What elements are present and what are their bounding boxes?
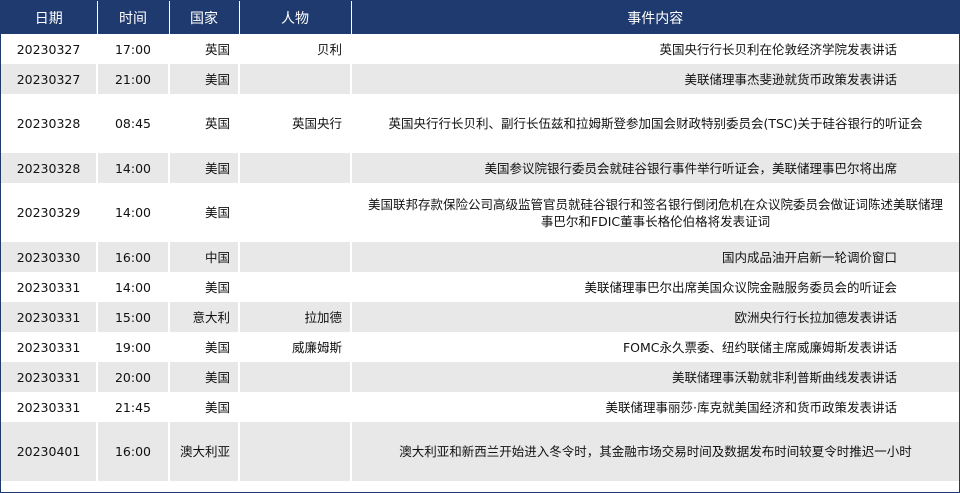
cell-event: 美联储理事丽莎·库克就美国经济和货币政策发表讲话 — [351, 392, 959, 422]
cell-person: 贝利 — [239, 34, 352, 64]
table-row: 20230330 16:00 中国 国内成品油开启新一轮调价窗口 — [1, 242, 959, 272]
cell-event: 美联储理事沃勒就非利普斯曲线发表讲话 — [351, 362, 959, 392]
cell-event: 国内成品油开启新一轮调价窗口 — [351, 242, 959, 272]
cell-person: 英国央行 — [239, 94, 352, 153]
cell-person: 拉加德 — [239, 302, 352, 332]
cell-country: 美国 — [169, 153, 240, 183]
table-header-row: 日期 时间 国家 人物 事件内容 — [1, 1, 959, 34]
table-row: 20230327 21:00 美国 美联储理事杰斐逊就货币政策发表讲话 — [1, 64, 959, 94]
cell-country: 美国 — [169, 392, 240, 422]
cell-time: 16:00 — [97, 422, 170, 481]
cell-person: 威廉姆斯 — [239, 332, 352, 362]
cell-person — [239, 272, 352, 302]
cell-event: 美联储理事巴尔出席美国众议院金融服务委员会的听证会 — [351, 272, 959, 302]
cell-person — [239, 422, 352, 481]
cell-date: 20230328 — [1, 153, 98, 183]
table-row: 20230401 16:00 澳大利亚 澳大利亚和新西兰开始进入冬令时，其金融市… — [1, 422, 959, 481]
cell-country: 美国 — [169, 332, 240, 362]
cell-date: 20230331 — [1, 332, 98, 362]
table-row: 20230331 14:00 美国 美联储理事巴尔出席美国众议院金融服务委员会的… — [1, 272, 959, 302]
cell-time: 17:00 — [97, 34, 170, 64]
cell-event: FOMC永久票委、纽约联储主席威廉姆斯发表讲话 — [351, 332, 959, 362]
table-row: 20230331 20:00 美国 美联储理事沃勒就非利普斯曲线发表讲话 — [1, 362, 959, 392]
cell-date: 20230327 — [1, 34, 98, 64]
table-row: 20230328 14:00 美国 美国参议院银行委员会就硅谷银行事件举行听证会… — [1, 153, 959, 183]
cell-country: 英国 — [169, 94, 240, 153]
cell-time: 14:00 — [97, 183, 170, 242]
cell-time: 15:00 — [97, 302, 170, 332]
event-calendar-frame: 日期 时间 国家 人物 事件内容 20230327 17:00 英国 贝利 英国… — [0, 0, 960, 493]
cell-event: 澳大利亚和新西兰开始进入冬令时，其金融市场交易时间及数据发布时间较夏令时推迟一小… — [351, 422, 959, 481]
table-row: 20230331 15:00 意大利 拉加德 欧洲央行行长拉加德发表讲话 — [1, 302, 959, 332]
cell-time: 08:45 — [97, 94, 170, 153]
cell-date: 20230331 — [1, 362, 98, 392]
cell-date: 20230329 — [1, 183, 98, 242]
cell-date: 20230330 — [1, 242, 98, 272]
table-row: 20230329 14:00 美国 美国联邦存款保险公司高级监管官员就硅谷银行和… — [1, 183, 959, 242]
cell-person — [239, 153, 352, 183]
cell-country: 美国 — [169, 64, 240, 94]
cell-country: 美国 — [169, 272, 240, 302]
cell-country: 中国 — [169, 242, 240, 272]
cell-event: 英国央行行长贝利在伦敦经济学院发表讲话 — [351, 34, 959, 64]
cell-event: 英国央行行长贝利、副行长伍兹和拉姆斯登参加国会财政特别委员会(TSC)关于硅谷银… — [351, 94, 959, 153]
cell-event: 美联储理事杰斐逊就货币政策发表讲话 — [351, 64, 959, 94]
cell-time: 14:00 — [97, 272, 170, 302]
cell-event: 美国参议院银行委员会就硅谷银行事件举行听证会，美联储理事巴尔将出席 — [351, 153, 959, 183]
cell-time: 20:00 — [97, 362, 170, 392]
cell-person — [239, 183, 352, 242]
cell-time: 21:00 — [97, 64, 170, 94]
cell-person — [239, 242, 352, 272]
header-time: 时间 — [97, 1, 170, 34]
cell-event: 欧洲央行行长拉加德发表讲话 — [351, 302, 959, 332]
header-person: 人物 — [239, 1, 352, 34]
header-event: 事件内容 — [351, 1, 959, 34]
cell-date: 20230328 — [1, 94, 98, 153]
cell-country: 意大利 — [169, 302, 240, 332]
cell-country: 澳大利亚 — [169, 422, 240, 481]
cell-date: 20230331 — [1, 392, 98, 422]
cell-date: 20230327 — [1, 64, 98, 94]
table-row: 20230327 17:00 英国 贝利 英国央行行长贝利在伦敦经济学院发表讲话 — [1, 34, 959, 64]
cell-person — [239, 392, 352, 422]
cell-time: 19:00 — [97, 332, 170, 362]
cell-country: 美国 — [169, 362, 240, 392]
cell-date: 20230401 — [1, 422, 98, 481]
cell-person — [239, 362, 352, 392]
cell-person — [239, 64, 352, 94]
cell-date: 20230331 — [1, 302, 98, 332]
cell-country: 英国 — [169, 34, 240, 64]
header-country: 国家 — [169, 1, 240, 34]
cell-event: 美国联邦存款保险公司高级监管官员就硅谷银行和签名银行倒闭危机在众议院委员会做证词… — [351, 183, 959, 242]
cell-time: 14:00 — [97, 153, 170, 183]
cell-date: 20230331 — [1, 272, 98, 302]
header-date: 日期 — [1, 1, 98, 34]
cell-time: 21:45 — [97, 392, 170, 422]
table-row: 20230328 08:45 英国 英国央行 英国央行行长贝利、副行长伍兹和拉姆… — [1, 94, 959, 153]
table-row: 20230331 21:45 美国 美联储理事丽莎·库克就美国经济和货币政策发表… — [1, 392, 959, 422]
event-calendar-table: 日期 时间 国家 人物 事件内容 20230327 17:00 英国 贝利 英国… — [1, 1, 959, 481]
cell-country: 美国 — [169, 183, 240, 242]
table-row: 20230331 19:00 美国 威廉姆斯 FOMC永久票委、纽约联储主席威廉… — [1, 332, 959, 362]
cell-time: 16:00 — [97, 242, 170, 272]
